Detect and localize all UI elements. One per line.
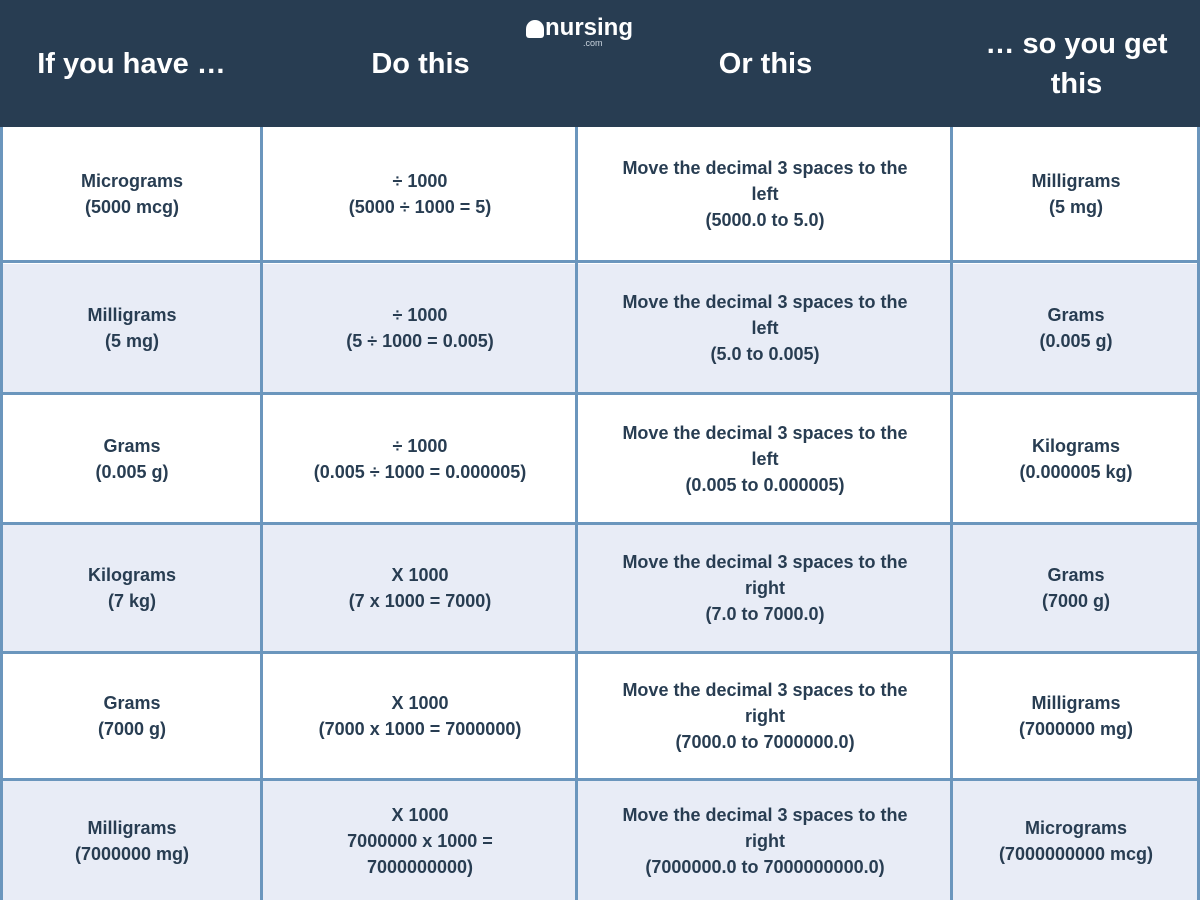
column-divider — [575, 127, 578, 900]
column-divider — [0, 127, 3, 900]
header-or-this: Or this — [718, 47, 813, 80]
cell-get: Milligrams (5 mg) — [1031, 171, 1121, 217]
cell-have: Grams (0.005 g) — [95, 435, 169, 482]
cell-do: ÷ 1000 (5000 ÷ 1000 = 5) — [348, 171, 492, 217]
cell-or: Move the decimal 3 spaces to the right (… — [622, 804, 908, 877]
cell-or: Move the decimal 3 spaces to the left (5… — [622, 292, 908, 364]
cell-or: Move the decimal 3 spaces to the left (0… — [622, 422, 908, 495]
cell-have: Kilograms (7 kg) — [87, 565, 177, 611]
table-row: Micrograms (5000 mcg) ÷ 1000 (5000 ÷ 100… — [0, 127, 1200, 261]
cell-get: Micrograms (7000000000 mcg) — [998, 817, 1154, 864]
row-divider — [0, 392, 1200, 395]
cell-do: ÷ 1000 (0.005 ÷ 1000 = 0.000005) — [313, 435, 527, 482]
cell-have: Grams (7000 g) — [97, 693, 167, 739]
row-divider — [0, 260, 1200, 263]
row-divider — [0, 651, 1200, 654]
table-row: Kilograms (7 kg) X 1000 (7 x 1000 = 7000… — [0, 525, 1200, 651]
cell-get: Kilograms (0.000005 kg) — [1019, 435, 1133, 482]
cloud-icon — [526, 20, 544, 38]
cell-or: Move the decimal 3 spaces to the right (… — [622, 680, 908, 752]
column-divider — [260, 127, 263, 900]
cell-have: Milligrams (5 mg) — [87, 305, 177, 351]
table-row: Milligrams (5 mg) ÷ 1000 (5 ÷ 1000 = 0.0… — [0, 264, 1200, 392]
cell-do: ÷ 1000 (5 ÷ 1000 = 0.005) — [346, 305, 494, 351]
column-divider — [950, 127, 953, 900]
cell-get: Milligrams (7000000 mg) — [1018, 693, 1134, 739]
cell-or: Move the decimal 3 spaces to the right (… — [622, 552, 908, 624]
table-header: If you have … Do this Or this … so you g… — [0, 0, 1200, 127]
cell-do: X 1000 (7000 x 1000 = 7000000) — [318, 693, 522, 739]
table-row: Milligrams (7000000 mg) X 1000 7000000 x… — [0, 781, 1200, 900]
table-row: Grams (7000 g) X 1000 (7000 x 1000 = 700… — [0, 654, 1200, 778]
cell-get: Grams (0.005 g) — [1039, 305, 1113, 351]
row-divider — [0, 522, 1200, 525]
cell-or: Move the decimal 3 spaces to the left (5… — [622, 158, 908, 230]
logo-suffix: .com — [583, 38, 603, 48]
cell-do: X 1000 7000000 x 1000 = 7000000000) — [347, 804, 493, 877]
cell-have: Milligrams (7000000 mg) — [74, 817, 190, 864]
header-so-you-get-this: … so you get this — [985, 27, 1168, 100]
cell-do: X 1000 (7 x 1000 = 7000) — [348, 565, 492, 611]
nursing-logo: nursing .com — [526, 16, 633, 50]
row-divider — [0, 778, 1200, 781]
conversion-table: Micrograms (5000 mcg) ÷ 1000 (5000 ÷ 100… — [0, 127, 1200, 900]
cell-have: Micrograms (5000 mcg) — [80, 171, 184, 217]
logo-text: nursing — [545, 14, 633, 41]
table-row: Grams (0.005 g) ÷ 1000 (0.005 ÷ 1000 = 0… — [0, 395, 1200, 522]
cell-get: Grams (7000 g) — [1041, 565, 1111, 611]
header-if-you-have: If you have … — [37, 47, 226, 80]
